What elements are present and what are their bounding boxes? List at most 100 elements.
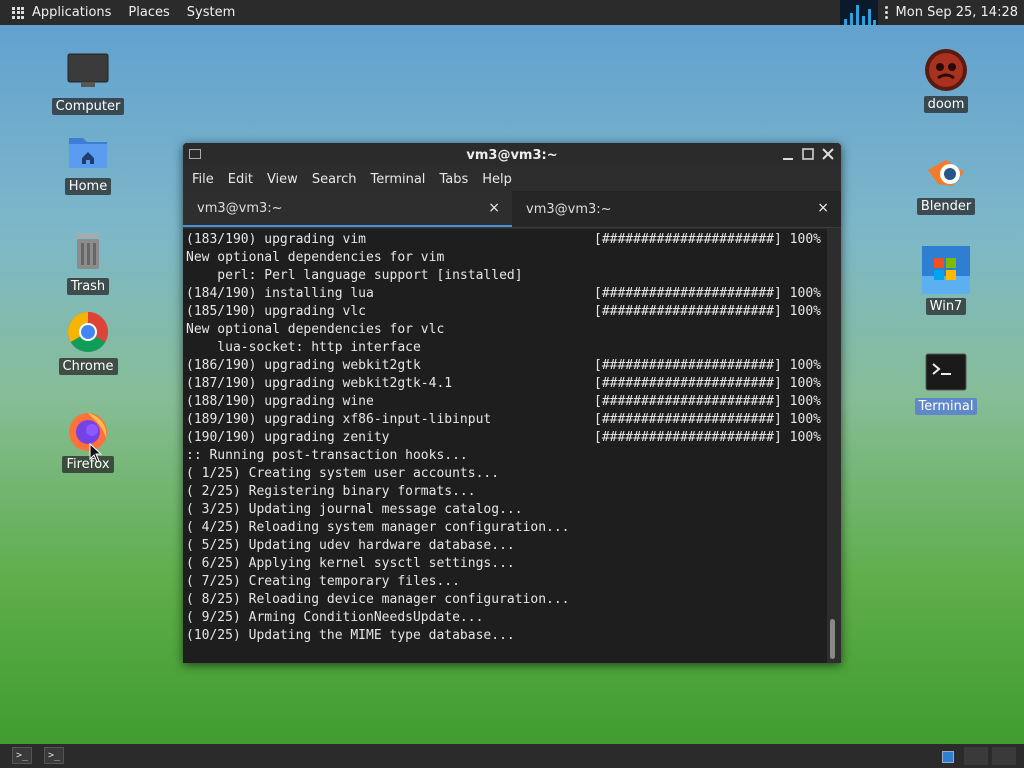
taskbar-terminal-2[interactable]: >_ bbox=[44, 747, 64, 764]
tab-bar: vm3@vm3:~ × vm3@vm3:~ × bbox=[183, 191, 841, 228]
maximize-icon[interactable] bbox=[801, 147, 815, 161]
tab-2[interactable]: vm3@vm3:~ × bbox=[512, 191, 841, 227]
progress-bar-text: [######################] 100% bbox=[594, 358, 821, 373]
menu-edit[interactable]: Edit bbox=[228, 172, 253, 187]
terminal-line: (190/190) upgrading zenity [#############… bbox=[186, 429, 827, 447]
blender-icon bbox=[924, 150, 968, 194]
terminal-line: ( 8/25) Reloading device manager configu… bbox=[186, 591, 827, 609]
desktop-icon-firefox[interactable]: Firefox bbox=[48, 408, 128, 473]
close-window-icon[interactable] bbox=[821, 147, 835, 161]
terminal-line-text: (184/190) installing lua bbox=[186, 286, 374, 301]
desktop-icon-label: Terminal bbox=[914, 398, 978, 415]
terminal-menubar: File Edit View Search Terminal Tabs Help bbox=[183, 167, 841, 191]
tab-label: vm3@vm3:~ bbox=[197, 200, 283, 216]
terminal-line-text: ( 8/25) Reloading device manager configu… bbox=[186, 592, 570, 607]
terminal-line-text: ( 9/25) Arming ConditionNeedsUpdate... bbox=[186, 610, 484, 625]
bottom-panel: >_ >_ bbox=[0, 744, 1024, 768]
workspace-1[interactable] bbox=[936, 747, 960, 765]
menu-terminal[interactable]: Terminal bbox=[370, 172, 425, 187]
terminal-line: New optional dependencies for vlc bbox=[186, 321, 827, 339]
terminal-line: (184/190) installing lua [###############… bbox=[186, 285, 827, 303]
trash-icon bbox=[66, 230, 110, 274]
terminal-line: ( 3/25) Updating journal message catalog… bbox=[186, 501, 827, 519]
mouse-cursor-icon bbox=[89, 443, 103, 463]
terminal-line: (188/190) upgrading wine [###############… bbox=[186, 393, 827, 411]
terminal-line-text: (187/190) upgrading webkit2gtk-4.1 bbox=[186, 376, 453, 391]
terminal-line: ( 1/25) Creating system user accounts... bbox=[186, 465, 827, 483]
progress-bar-text: [######################] 100% bbox=[594, 304, 821, 319]
menu-help[interactable]: Help bbox=[482, 172, 512, 187]
desktop-icon-label: Chrome bbox=[58, 358, 118, 375]
desktop-icon-trash[interactable]: Trash bbox=[48, 230, 128, 295]
terminal-line-text: ( 6/25) Applying kernel sysctl settings.… bbox=[186, 556, 515, 571]
terminal-small-icon bbox=[189, 149, 201, 159]
terminal-icon bbox=[924, 350, 968, 394]
menu-applications[interactable]: Applications bbox=[32, 5, 111, 20]
scrollbar-thumb[interactable] bbox=[830, 619, 835, 659]
terminal-line: ( 6/25) Applying kernel sysctl settings.… bbox=[186, 555, 827, 573]
desktop-icon-win7[interactable]: Win7 bbox=[906, 246, 986, 315]
menu-system[interactable]: System bbox=[187, 5, 235, 20]
system-monitor-graph[interactable] bbox=[839, 0, 878, 25]
terminal-line-text: ( 4/25) Reloading system manager configu… bbox=[186, 520, 570, 535]
terminal-line-text: :: Running post-transaction hooks... bbox=[186, 448, 468, 463]
terminal-line: (185/190) upgrading vlc [################… bbox=[186, 303, 827, 321]
terminal-small-icon: >_ bbox=[48, 750, 61, 761]
taskbar-terminal-1[interactable]: >_ bbox=[12, 747, 32, 764]
desktop-icon-chrome[interactable]: Chrome bbox=[48, 310, 128, 375]
terminal-line-text: lua-socket: http interface bbox=[186, 340, 421, 355]
terminal-line-text: ( 1/25) Creating system user accounts... bbox=[186, 466, 500, 481]
terminal-small-icon: >_ bbox=[16, 750, 29, 761]
firefox-icon bbox=[66, 408, 110, 452]
terminal-line-text: (186/190) upgrading webkit2gtk bbox=[186, 358, 421, 373]
menu-search[interactable]: Search bbox=[312, 172, 357, 187]
terminal-line: (189/190) upgrading xf86-input-libinput [… bbox=[186, 411, 827, 429]
desktop-icon-computer[interactable]: Computer bbox=[48, 50, 128, 115]
desktop-icon-label: doom bbox=[923, 96, 969, 113]
terminal-line: ( 7/25) Creating temporary files... bbox=[186, 573, 827, 591]
desktop-icon-doom[interactable]: doom bbox=[906, 48, 986, 113]
terminal-line-text: (10/25) Updating the MIME type database.… bbox=[186, 628, 515, 643]
terminal-line-text: ( 3/25) Updating journal message catalog… bbox=[186, 502, 523, 517]
clock[interactable]: Mon Sep 25, 14:28 bbox=[896, 5, 1018, 20]
panel-menu-dots-icon[interactable] bbox=[884, 6, 890, 19]
terminal-line: ( 9/25) Arming ConditionNeedsUpdate... bbox=[186, 609, 827, 627]
progress-bar-text: [######################] 100% bbox=[594, 394, 821, 409]
desktop-icon-label: Blender bbox=[916, 198, 976, 215]
home-folder-icon bbox=[66, 130, 110, 174]
desktop-icon-label: Firefox bbox=[62, 456, 114, 473]
window-titlebar[interactable]: vm3@vm3:~ bbox=[183, 143, 841, 167]
menu-file[interactable]: File bbox=[192, 172, 214, 187]
terminal-line-text: (185/190) upgrading vlc bbox=[186, 304, 367, 319]
tab-1[interactable]: vm3@vm3:~ × bbox=[183, 191, 512, 227]
desktop-icon-label: Home bbox=[64, 178, 112, 195]
menu-view[interactable]: View bbox=[267, 172, 298, 187]
desktop-icon-blender[interactable]: Blender bbox=[906, 150, 986, 215]
terminal-line: New optional dependencies for vim bbox=[186, 249, 827, 267]
workspace-2[interactable] bbox=[964, 747, 988, 765]
workspace-3[interactable] bbox=[992, 747, 1016, 765]
desktop-icon-label: Win7 bbox=[925, 298, 967, 315]
progress-bar-text: [######################] 100% bbox=[594, 286, 821, 301]
progress-bar-text: [######################] 100% bbox=[594, 376, 821, 391]
terminal-output[interactable]: (183/190) upgrading vim [################… bbox=[183, 229, 827, 663]
scrollbar[interactable] bbox=[827, 233, 837, 663]
terminal-line: lua-socket: http interface bbox=[186, 339, 827, 357]
close-tab-icon[interactable]: × bbox=[817, 200, 829, 216]
menu-tabs[interactable]: Tabs bbox=[439, 172, 468, 187]
terminal-line: (187/190) upgrading webkit2gtk-4.1 [#####… bbox=[186, 375, 827, 393]
terminal-line-text: ( 5/25) Updating udev hardware database.… bbox=[186, 538, 515, 553]
minimize-icon[interactable] bbox=[781, 147, 795, 161]
chrome-icon bbox=[66, 310, 110, 354]
menu-places[interactable]: Places bbox=[128, 5, 169, 20]
apps-grid-icon[interactable] bbox=[12, 6, 24, 19]
monitor-icon bbox=[66, 50, 110, 94]
terminal-line: ( 4/25) Reloading system manager configu… bbox=[186, 519, 827, 537]
desktop-icon-home[interactable]: Home bbox=[48, 130, 128, 195]
terminal-line-text: (183/190) upgrading vim bbox=[186, 232, 367, 247]
close-tab-icon[interactable]: × bbox=[488, 200, 500, 216]
progress-bar-text: [######################] 100% bbox=[594, 412, 821, 427]
terminal-line-text: (189/190) upgrading xf86-input-libinput bbox=[186, 412, 492, 427]
terminal-window[interactable]: vm3@vm3:~ File Edit View Search Terminal… bbox=[183, 143, 841, 663]
desktop-icon-terminal[interactable]: Terminal bbox=[906, 350, 986, 415]
